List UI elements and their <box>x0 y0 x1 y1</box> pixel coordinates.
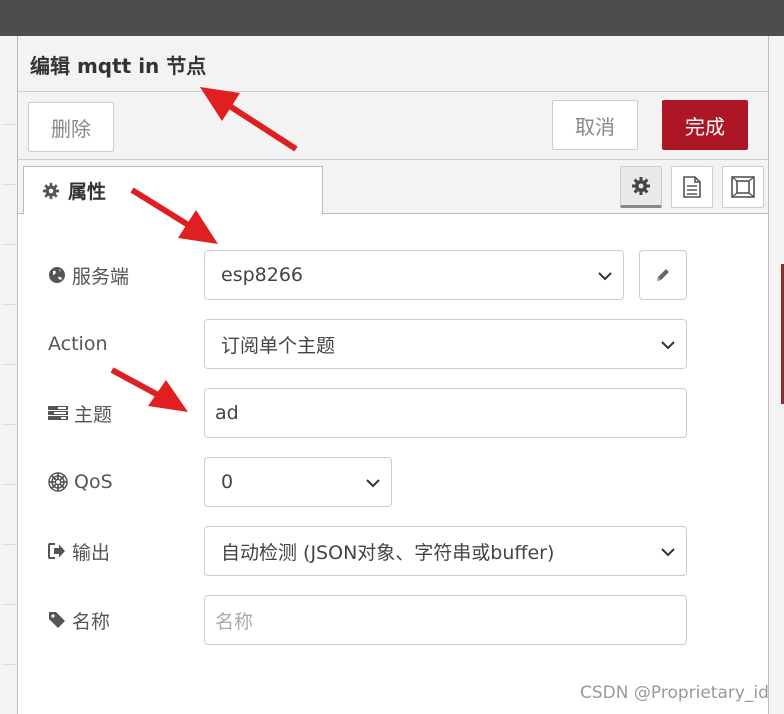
watermark: CSDN @Proprietary_id <box>580 683 769 703</box>
arrow-to-topic <box>110 367 188 412</box>
arrow-to-properties-and-server <box>130 187 218 244</box>
annotation-arrows <box>110 87 298 412</box>
arrow-to-title <box>200 87 298 152</box>
